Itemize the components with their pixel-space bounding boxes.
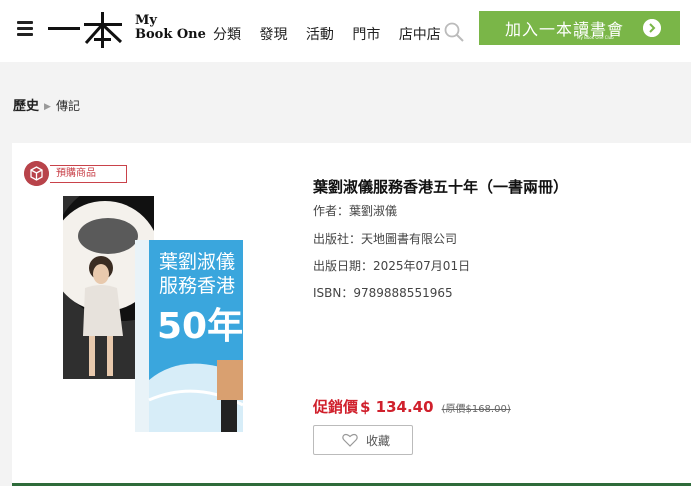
product-isbn: ISBN：9789888551965 xyxy=(313,286,453,300)
breadcrumb-biography[interactable]: 傳記 xyxy=(56,99,80,113)
product-date: 出版日期：2025年07月01日 xyxy=(313,259,471,273)
promo-price-value: $ 134.40 xyxy=(360,398,434,416)
breadcrumb-history[interactable]: 歷史 xyxy=(13,99,39,114)
original-price: (原價$168.00) xyxy=(441,404,511,415)
menu-icon[interactable] xyxy=(17,21,33,36)
cover-big-text: 50年 xyxy=(157,306,243,347)
preorder-badge-label: 預購商品 xyxy=(50,165,127,183)
cart-icon xyxy=(24,161,49,186)
product-author[interactable]: 作者：葉劉淑儀 xyxy=(313,202,397,219)
promo-price-label: 促銷價 xyxy=(313,398,359,416)
site-header: My Book One 分類 發現 活動 門市 店中店 加入一本讀書會 My B… xyxy=(0,0,691,62)
breadcrumb: 歷史 ▶ 傳記 xyxy=(13,95,80,114)
preorder-badge: 預購商品 xyxy=(24,161,127,186)
favorite-button-label: 收藏 xyxy=(366,434,391,448)
join-club-banner[interactable]: 加入一本讀書會 My Book One Club xyxy=(479,11,680,45)
nav-item-shop-in-shop[interactable]: 店中店 xyxy=(399,27,441,43)
product-title: 葉劉淑儀服務香港五十年（一書兩冊） xyxy=(313,178,569,196)
nav-item-category[interactable]: 分類 xyxy=(213,27,241,43)
logo-text[interactable]: My Book One xyxy=(135,14,206,42)
price-row: 促銷價 $ 134.40 (原價$168.00) xyxy=(313,396,511,417)
product-publisher[interactable]: 出版社：天地圖書有限公司 xyxy=(313,230,457,247)
search-icon[interactable] xyxy=(444,22,464,42)
logo-text-line2: Book One xyxy=(135,27,206,42)
heart-icon xyxy=(342,433,358,447)
join-club-subtext: My Book One Club xyxy=(577,35,614,40)
main-nav: 分類 發現 活動 門市 店中店 xyxy=(213,24,455,44)
chevron-right-icon: ▶ xyxy=(44,102,51,112)
nav-item-stores[interactable]: 門市 xyxy=(352,27,380,43)
nav-item-discover[interactable]: 發現 xyxy=(259,27,287,43)
arrow-right-icon xyxy=(643,19,661,37)
logo-text-line1: My xyxy=(135,13,157,28)
cover-title-line1: 葉劉淑儀 xyxy=(159,251,235,273)
logo-icon[interactable] xyxy=(46,10,126,50)
cover-title-line2: 服務香港 xyxy=(159,275,235,297)
book-cover[interactable]: 葉劉淑儀 服務香港 50年 xyxy=(135,240,243,432)
nav-item-events[interactable]: 活動 xyxy=(306,27,334,43)
favorite-button[interactable]: 收藏 xyxy=(313,425,413,455)
